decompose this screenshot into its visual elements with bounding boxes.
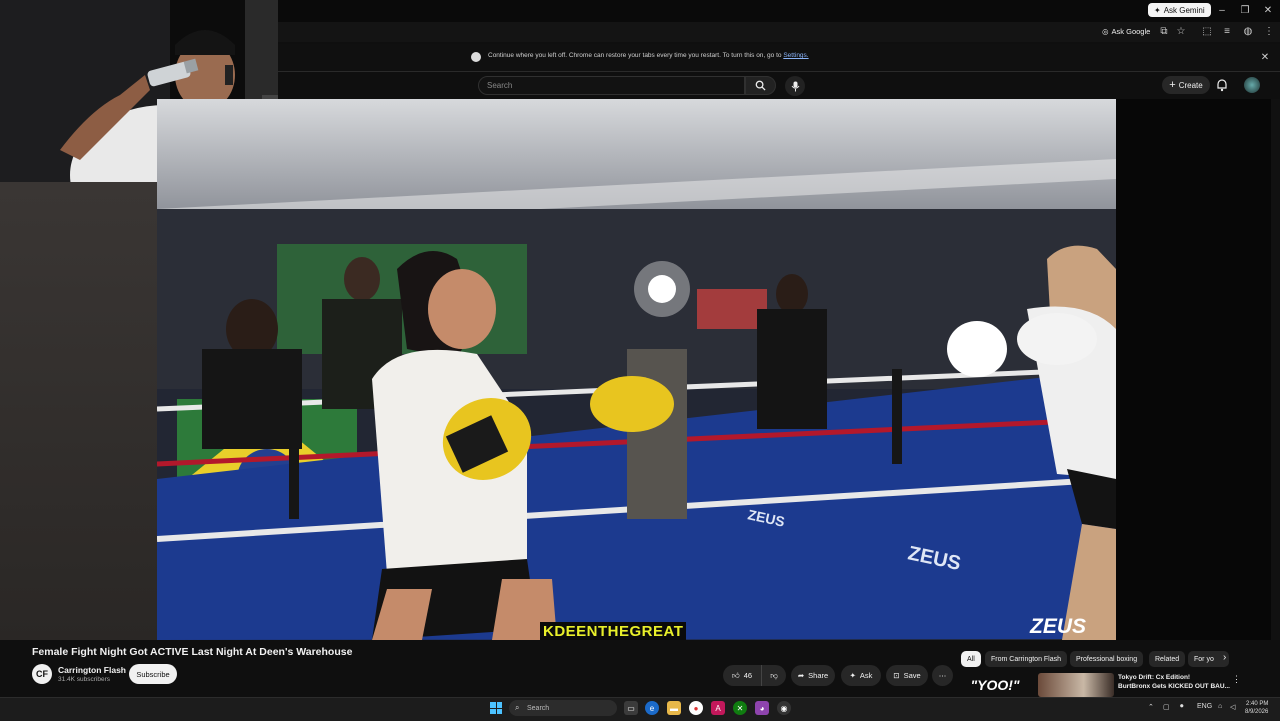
boxing-match-frame: ZEUS ZEUS bbox=[157, 99, 1116, 640]
sparkle-icon: ✦ bbox=[1154, 5, 1161, 15]
extensions-icon[interactable]: ⬚ bbox=[1200, 24, 1214, 38]
thumbs-down-icon: 👎︎ bbox=[770, 670, 778, 680]
app-a-icon[interactable]: A bbox=[711, 701, 725, 715]
taskbar-search-icon: ⌕ bbox=[515, 703, 520, 712]
windows-start-icon[interactable] bbox=[490, 702, 502, 714]
like-button[interactable]: 👍︎ 46 bbox=[723, 665, 761, 686]
dislike-button[interactable]: 👎︎ bbox=[761, 665, 786, 686]
video-player[interactable]: ZEUS ZEUS KDEENTHEGREAT ZEUS bbox=[157, 99, 1116, 640]
taskbar-clock[interactable]: 2:40 PM 8/9/2026 bbox=[1245, 700, 1268, 716]
xbox-icon[interactable]: ✕ bbox=[733, 701, 747, 715]
restore-message: Continue where you left off. Chrome can … bbox=[488, 52, 809, 59]
close-infobar-icon[interactable]: ✕ bbox=[1258, 50, 1272, 64]
more-horizontal-icon: ⋯ bbox=[938, 671, 947, 680]
channel-name[interactable]: Carrington Flash bbox=[58, 665, 126, 675]
tray-app-icon[interactable]: ▢ bbox=[1163, 703, 1170, 711]
chrome-taskbar-icon[interactable]: ● bbox=[689, 701, 703, 715]
sponsor-logo: ZEUS bbox=[1030, 615, 1087, 638]
chip-professional-boxing[interactable]: Professional boxing bbox=[1070, 651, 1144, 667]
ask-gemini-button[interactable]: ✦ Ask Gemini bbox=[1148, 3, 1211, 17]
ask-button[interactable]: ✦ Ask bbox=[841, 665, 881, 686]
windows-taskbar bbox=[0, 697, 1280, 721]
recommendation-caption: "YOO!" bbox=[960, 673, 1030, 697]
notifications-bell-icon[interactable] bbox=[1215, 78, 1229, 92]
network-icon[interactable]: ⌂ bbox=[1218, 703, 1222, 710]
streamer-tag-overlay: KDEENTHEGREAT bbox=[540, 622, 687, 640]
account-avatar[interactable] bbox=[1244, 77, 1260, 93]
discord-icon[interactable]: ◕ bbox=[755, 701, 769, 715]
file-explorer-icon[interactable]: ▬ bbox=[667, 701, 681, 715]
reading-list-icon[interactable]: ≡ bbox=[1220, 24, 1234, 38]
share-arrow-icon: ➦ bbox=[797, 671, 805, 680]
more-actions-button[interactable]: ⋯ bbox=[932, 665, 953, 686]
chip-all[interactable]: All bbox=[961, 651, 981, 667]
google-lens-icon: ◎ bbox=[1102, 27, 1109, 36]
search-icon bbox=[755, 80, 766, 91]
cast-icon[interactable]: ⧉ bbox=[1157, 24, 1171, 38]
recommendation-thumbnail[interactable] bbox=[1038, 673, 1114, 697]
volume-icon[interactable]: ◁ bbox=[1230, 703, 1235, 711]
voice-search-button[interactable] bbox=[785, 76, 805, 96]
sparkle-icon: ✦ bbox=[849, 671, 856, 680]
restore-window-icon[interactable]: ❐ bbox=[1238, 3, 1252, 17]
bookmark-star-icon[interactable]: ☆ bbox=[1174, 24, 1188, 38]
ask-google-button[interactable]: ◎ Ask Google bbox=[1102, 25, 1150, 38]
page-scrollbar[interactable] bbox=[1271, 99, 1280, 640]
youtube-header bbox=[278, 72, 1280, 99]
bookmark-icon: ⊡ bbox=[893, 671, 900, 680]
microphone-icon bbox=[791, 81, 799, 91]
search-button[interactable] bbox=[745, 76, 776, 95]
channel-avatar[interactable]: CF bbox=[32, 664, 52, 684]
plus-icon: + bbox=[1169, 79, 1176, 91]
obs-icon[interactable]: ◉ bbox=[777, 701, 791, 715]
taskbar-search-input[interactable]: Search bbox=[509, 700, 617, 716]
recommendation-menu-icon[interactable]: ⋮ bbox=[1232, 674, 1241, 685]
share-button[interactable]: ➦ Share bbox=[791, 665, 835, 686]
subscribe-button[interactable]: Subscribe bbox=[129, 664, 177, 684]
task-view-icon[interactable]: ▭ bbox=[624, 701, 638, 715]
thumbs-up-icon: 👍︎ bbox=[731, 670, 740, 680]
settings-link[interactable]: Settings. bbox=[783, 52, 808, 59]
tray-mic-icon[interactable]: ⏺ bbox=[1180, 703, 1184, 711]
subscriber-count: 31.4K subscribers bbox=[58, 676, 111, 683]
chevron-right-icon[interactable]: › bbox=[1223, 652, 1226, 663]
profile-icon[interactable]: ◍ bbox=[1241, 24, 1255, 38]
chrome-menu-icon[interactable]: ⋮ bbox=[1262, 24, 1276, 38]
chrome-logo-icon bbox=[471, 52, 481, 62]
chip-related[interactable]: Related bbox=[1149, 651, 1186, 667]
close-window-icon[interactable]: ✕ bbox=[1261, 3, 1275, 17]
chip-from-channel[interactable]: From Carrington Flash bbox=[985, 651, 1068, 667]
right-background-panel bbox=[1116, 99, 1280, 640]
recommendation-title[interactable]: Tokyo Drift: Cx Edition! BurtBronx Gets … bbox=[1118, 673, 1233, 691]
create-button[interactable]: + Create bbox=[1162, 76, 1210, 94]
tray-chevron-icon[interactable]: ⌃ bbox=[1148, 703, 1154, 711]
edge-browser-icon[interactable]: e bbox=[645, 701, 659, 715]
minimize-icon[interactable]: – bbox=[1215, 3, 1229, 17]
input-language[interactable]: ENG bbox=[1197, 703, 1212, 710]
save-button[interactable]: ⊡ Save bbox=[886, 665, 928, 686]
left-background-panel bbox=[0, 182, 157, 640]
video-title: Female Fight Night Got ACTIVE Last Night… bbox=[32, 646, 353, 658]
search-input[interactable]: Search bbox=[478, 76, 745, 95]
restore-tabs-infobar: Continue where you left off. Chrome can … bbox=[278, 44, 1280, 72]
